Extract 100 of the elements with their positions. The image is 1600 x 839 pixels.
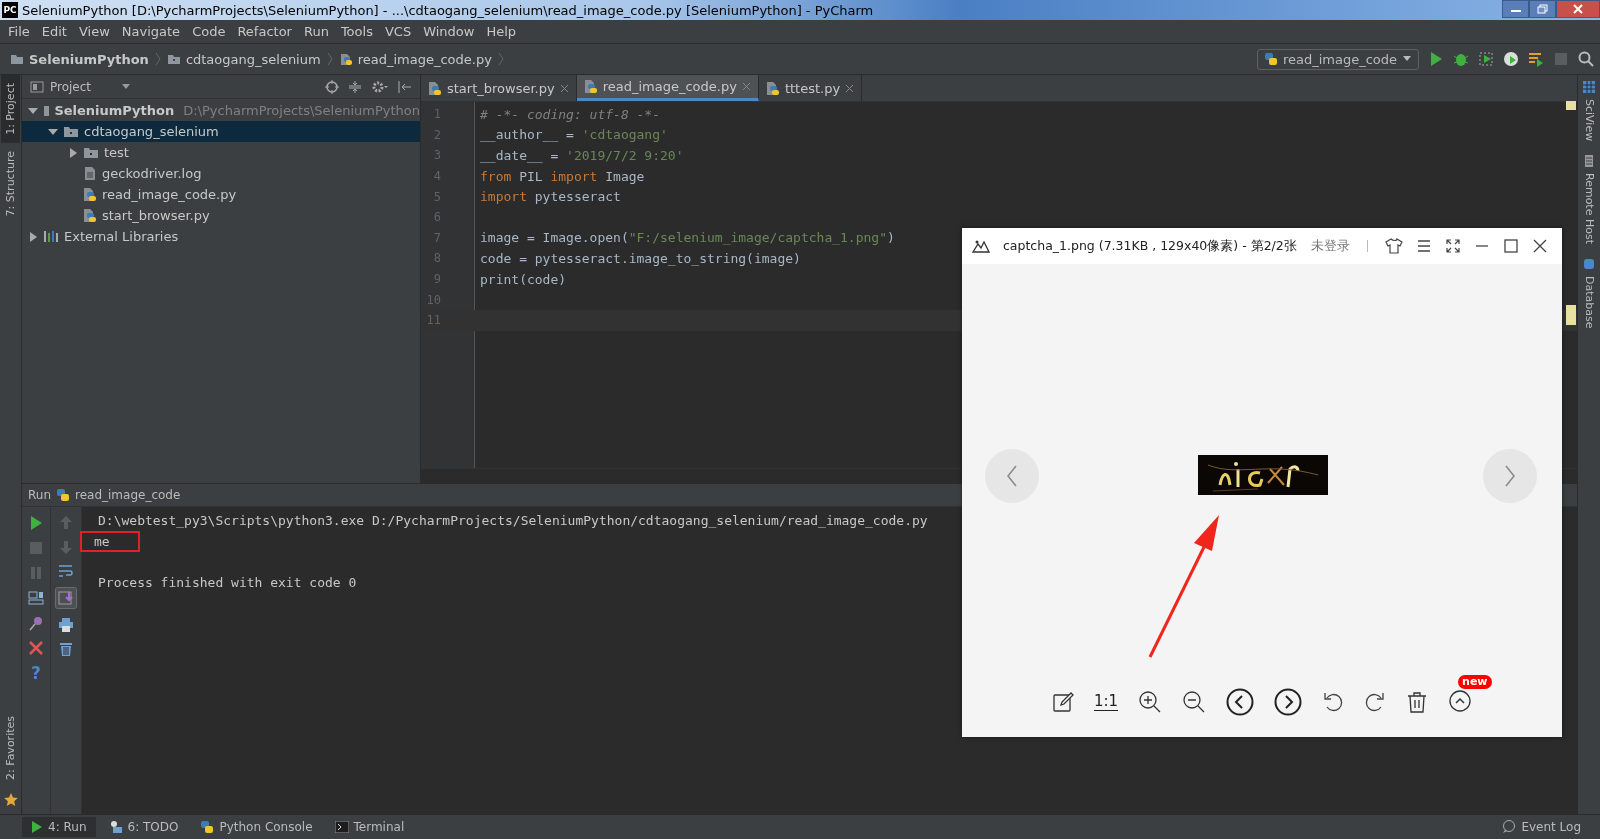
soft-wrap-icon[interactable] [58, 563, 74, 579]
viewer-title: captcha_1.png (7.31KB , 129x40像素) - 第2/2张 [1003, 237, 1298, 255]
tool-window-tab[interactable]: SciView [1579, 95, 1599, 146]
star-icon [3, 792, 18, 806]
minimize-button[interactable] [1502, 0, 1529, 18]
python-file-icon [83, 208, 97, 223]
code-line: code = pytesseract.image_to_string(image) [480, 250, 801, 266]
tool-window-tab[interactable]: Database [1579, 272, 1599, 333]
concurrency-icon[interactable] [1528, 51, 1544, 67]
crosshair-icon[interactable] [325, 79, 339, 94]
menu-item[interactable]: Refactor [231, 24, 298, 39]
code-line: __author__ = 'cdtaogang' [480, 127, 668, 143]
tool-window-tab[interactable]: Python Console [191, 817, 322, 837]
close-icon[interactable] [1532, 238, 1548, 254]
tree-label: test [104, 145, 129, 160]
zoom-in-icon[interactable] [1138, 690, 1163, 714]
coverage-icon[interactable] [1478, 51, 1494, 67]
pin-icon[interactable] [28, 615, 44, 631]
chevron-left-icon [1005, 464, 1019, 488]
code-line: from PIL import Image [480, 168, 645, 184]
menu-item[interactable]: Edit [35, 24, 73, 39]
menu-item[interactable]: Help [480, 24, 523, 39]
menu-item[interactable]: Run [297, 24, 335, 39]
tool-window-tab[interactable]: 7: Structure [1, 142, 20, 225]
menu-item[interactable]: Navigate [115, 24, 187, 39]
expand-up-icon[interactable] [1448, 688, 1473, 713]
tool-window-tab[interactable]: 4: Run [22, 817, 96, 837]
actual-size-button[interactable]: 1:1 [1093, 693, 1119, 711]
tool-window-tab[interactable]: Remote Host [1579, 169, 1599, 249]
close-button[interactable] [1556, 0, 1600, 18]
run-icon[interactable] [1428, 51, 1444, 67]
tool-window-tab[interactable]: 6: TODO [99, 817, 188, 837]
breadcrumb[interactable]: SeleniumPython [10, 51, 149, 67]
tree-item[interactable]: geckodriver.log [22, 163, 420, 184]
python-file-icon [765, 80, 780, 96]
run-icon[interactable] [28, 515, 44, 531]
shirt-icon[interactable] [1385, 238, 1403, 254]
tree-label: cdtaogang_selenium [84, 124, 219, 139]
menu-item[interactable]: File [2, 24, 36, 39]
folder-icon [10, 53, 24, 65]
tree-label: start_browser.py [102, 208, 210, 223]
event-log-button[interactable]: Event Log [1493, 817, 1590, 837]
tree-item[interactable]: cdtaogang_selenium [22, 121, 420, 142]
menu-item[interactable]: Window [417, 24, 481, 39]
tree-item[interactable]: start_browser.py [22, 205, 420, 226]
code-line: import pytesseract [480, 189, 621, 205]
collapsed-arrow-icon[interactable] [28, 231, 38, 242]
rotate-right-icon[interactable] [1364, 691, 1387, 713]
python-file-icon [428, 80, 442, 96]
menu-item[interactable]: View [72, 24, 116, 39]
run-panel-title: Run [28, 488, 51, 502]
run-configuration-dropdown[interactable]: read_image_code [1256, 48, 1419, 70]
previous-icon[interactable] [1226, 688, 1255, 716]
layout-icon[interactable] [28, 590, 44, 606]
expanded-arrow-icon[interactable] [28, 105, 38, 116]
panel-title[interactable]: Project [30, 79, 132, 94]
collapsed-arrow-icon[interactable] [68, 147, 78, 158]
folder-icon [63, 125, 79, 138]
print-icon[interactable] [58, 617, 74, 633]
folder-icon [83, 146, 99, 159]
editor-tab[interactable]: start_browser.py [421, 75, 577, 101]
project-path: D:\PycharmProjects\SeleniumPython [183, 103, 420, 118]
tree-label: SeleniumPython [54, 103, 175, 118]
hide-icon[interactable] [398, 79, 412, 94]
editor-tab[interactable]: tttest.py [758, 75, 863, 101]
tree-item[interactable]: read_image_code.py [22, 184, 420, 205]
search-icon[interactable] [1578, 51, 1594, 67]
settings-icon[interactable] [371, 79, 389, 94]
window-title: SeleniumPython [D:\PycharmProjects\SeleniumPython] - ...\cdtaogang_selenium\read_image_code.py [SeleniumPython] - PyCharm [22, 2, 875, 18]
menu-icon[interactable] [1416, 238, 1432, 254]
run-icon [31, 820, 43, 834]
login-link[interactable]: 未登录 [1311, 237, 1350, 255]
chevron-icon [497, 52, 504, 66]
collapse-icon[interactable] [348, 79, 362, 94]
tool-window-tab[interactable]: 2: Favorites [1, 708, 20, 788]
rotate-left-icon[interactable] [1322, 691, 1345, 713]
expanded-arrow-icon[interactable] [48, 126, 58, 137]
menu-item[interactable]: Tools [334, 24, 379, 39]
profile-icon[interactable] [1503, 51, 1519, 67]
menu-item[interactable]: VCS [378, 24, 418, 39]
breadcrumb[interactable]: read_image_code.py [338, 51, 492, 67]
bug-icon[interactable] [1453, 51, 1469, 67]
next-icon[interactable] [1274, 688, 1303, 716]
tree-item[interactable]: SeleniumPython D:\PycharmProjects\SeleniumPython [22, 100, 420, 121]
menu-item[interactable]: Code [186, 24, 232, 39]
tree-item[interactable]: External Libraries [22, 226, 420, 247]
edit-icon[interactable] [1051, 691, 1074, 713]
tree-item[interactable]: test [22, 142, 420, 163]
fullscreen-icon[interactable] [1445, 238, 1461, 254]
run-tab[interactable]: read_image_code [75, 488, 181, 502]
maximize-icon[interactable] [1503, 238, 1519, 254]
zoom-out-icon[interactable] [1182, 690, 1207, 714]
code-line: # -*- coding: utf-8 -*- [480, 106, 660, 122]
trash-icon[interactable] [1406, 691, 1429, 713]
tool-window-tab[interactable]: 1: Project [1, 75, 20, 143]
breadcrumb[interactable]: cdtaogang_selenium [166, 51, 321, 67]
editor-tab[interactable]: read_image_code.py [576, 75, 759, 101]
restore-button[interactable] [1529, 0, 1556, 18]
tool-window-tab[interactable]: Terminal [325, 817, 414, 837]
folder-icon [166, 53, 181, 65]
